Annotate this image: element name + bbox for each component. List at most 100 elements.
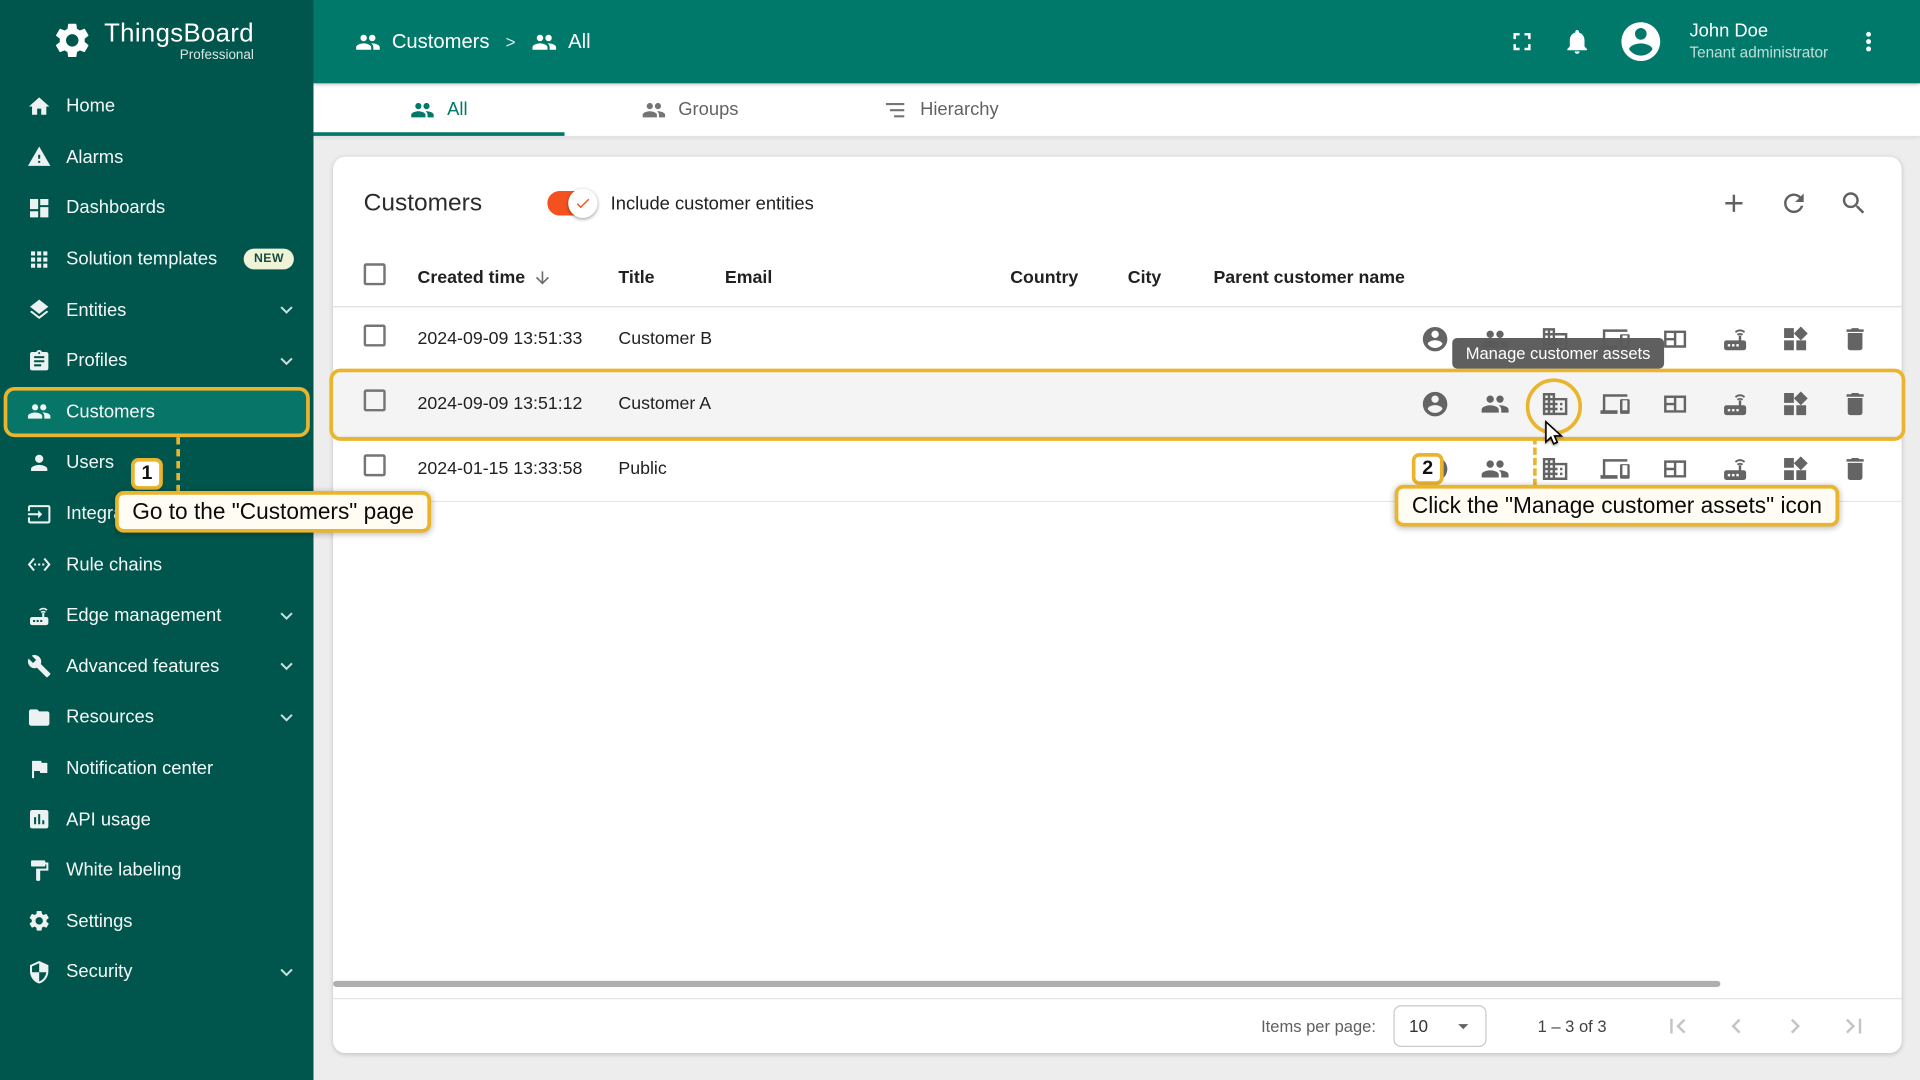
select-all-checkbox[interactable] [364,263,386,285]
manage-customer-entity-views-button[interactable] [1660,454,1689,483]
plus-icon [1719,189,1748,218]
sidebar-item-dashboards[interactable]: Dashboards [0,183,313,234]
horizontal-scrollbar[interactable] [333,981,1720,987]
thingsboard-logo[interactable]: ThingsBoard Professional [0,0,313,81]
sidebar-item-white-labeling[interactable]: White labeling [0,845,313,896]
items-per-page-select[interactable]: 10 [1393,1005,1486,1047]
notifications-button[interactable] [1562,27,1591,56]
manage-customer-users-button[interactable] [1420,389,1449,418]
manage-customer-user-groups-button[interactable] [1480,324,1509,353]
widgets-icon [1780,389,1809,418]
manage-customer-dashboards-button[interactable] [1780,324,1809,353]
sidebar-item-resources[interactable]: Resources [0,692,313,743]
column-header-country[interactable]: Country [1010,266,1128,290]
sidebar-item-security[interactable]: Security [0,947,313,998]
column-header-created-time[interactable]: Created time [418,266,619,290]
sidebar-item-entities[interactable]: Entities [0,285,313,336]
tab-all[interactable]: All [313,83,564,136]
fullscreen-button[interactable] [1507,27,1536,56]
sidebar-item-profiles[interactable]: Profiles [0,335,313,386]
manage-customer-user-groups-button[interactable] [1480,454,1509,483]
shield-icon [27,960,51,984]
toggle-thumb [568,189,597,218]
breadcrumb: Customers > All [313,29,590,55]
breadcrumb-customers[interactable]: Customers [355,29,489,55]
cell-created-time: 2024-01-15 13:33:58 [418,457,619,481]
breadcrumb-all[interactable]: All [531,29,590,55]
user-avatar[interactable] [1617,18,1664,65]
edge-icon [27,603,51,627]
refresh-button[interactable] [1779,189,1808,218]
apps-grid-icon [27,247,51,271]
sidebar-item-users[interactable]: Users [0,437,313,488]
manage-customer-users-button[interactable] [1420,324,1449,353]
devices-icon [1600,389,1629,418]
row-checkbox[interactable] [364,389,386,411]
sidebar-item-home[interactable]: Home [0,81,313,132]
cell-title: Customer A [618,392,725,416]
sidebar-item-rule-chains[interactable]: Rule chains [0,539,313,590]
table-row-customer-a[interactable]: 2024-09-09 13:51:12 Customer A [333,372,1902,437]
sidebar-item-api-usage[interactable]: API usage [0,794,313,845]
sidebar-item-notification-center[interactable]: Notification center [0,743,313,794]
dropdown-arrow-icon [1451,1014,1475,1038]
column-header-title[interactable]: Title [618,266,725,290]
delete-customer-button[interactable] [1840,389,1869,418]
add-customer-button[interactable] [1719,189,1748,218]
sidebar-item-edge-management[interactable]: Edge management [0,590,313,641]
delete-customer-button[interactable] [1840,454,1869,483]
tab-groups[interactable]: Groups [564,83,815,136]
chevron-down-icon [274,349,298,373]
table-row-customer-b[interactable]: 2024-09-09 13:51:33 Customer B [333,307,1902,372]
manage-customer-dashboards-button[interactable] [1780,389,1809,418]
delete-customer-button[interactable] [1840,324,1869,353]
manage-customer-entity-views-button[interactable] [1660,389,1689,418]
manage-customer-devices-button[interactable] [1600,389,1629,418]
sidebar-item-integrations[interactable]: Integrations [0,488,313,539]
manage-customer-devices-button[interactable] [1600,454,1629,483]
row-checkbox[interactable] [364,454,386,476]
column-header-city[interactable]: City [1128,266,1214,290]
sidebar-item-label: Resources [66,707,154,728]
manage-customer-assets-button[interactable] [1540,389,1569,418]
manage-customer-assets-button[interactable] [1540,324,1569,353]
items-per-page-label: Items per page: [1261,1017,1376,1035]
sidebar-item-alarms[interactable]: Alarms [0,132,313,183]
manage-customer-edge-instances-button[interactable] [1720,454,1749,483]
sidebar-item-solution-templates[interactable]: Solution templatesNEW [0,234,313,285]
manage-customer-devices-button[interactable] [1600,324,1629,353]
next-page-button[interactable] [1780,1011,1809,1040]
router-icon [1720,454,1749,483]
sidebar-item-label: Customers [66,401,155,422]
column-header-email[interactable]: Email [725,266,1010,290]
manage-customer-edge-instances-button[interactable] [1720,389,1749,418]
user-role: Tenant administrator [1689,44,1828,63]
logo-title: ThingsBoard [104,19,254,48]
manage-customer-dashboards-button[interactable] [1780,454,1809,483]
logo-subtitle: Professional [180,47,254,62]
manage-customer-assets-button[interactable] [1540,454,1569,483]
tab-hierarchy[interactable]: Hierarchy [816,83,1067,136]
table-row-public[interactable]: 2024-01-15 13:33:58 Public [333,437,1902,502]
sidebar-item-settings[interactable]: Settings [0,896,313,947]
manage-customer-users-button[interactable] [1420,454,1449,483]
user-menu-button[interactable] [1854,27,1883,56]
sidebar-item-label: Users [66,452,114,473]
previous-page-button[interactable] [1722,1011,1751,1040]
first-page-button[interactable] [1663,1011,1692,1040]
manage-customer-user-groups-button[interactable] [1480,389,1509,418]
include-customer-entities-toggle[interactable] [547,191,594,215]
user-info: John Doe Tenant administrator [1689,21,1828,63]
user-name: John Doe [1689,21,1828,44]
column-header-parent-customer[interactable]: Parent customer name [1213,266,1420,290]
topbar-actions: John Doe Tenant administrator [1507,18,1920,65]
cell-title: Public [618,457,725,481]
search-button[interactable] [1839,189,1868,218]
last-page-button[interactable] [1839,1011,1868,1040]
sidebar-item-advanced-features[interactable]: Advanced features [0,641,313,692]
cell-created-time: 2024-09-09 13:51:12 [418,392,619,416]
manage-customer-entity-views-button[interactable] [1660,324,1689,353]
manage-customer-edge-instances-button[interactable] [1720,324,1749,353]
row-checkbox[interactable] [364,324,386,346]
sidebar-item-customers[interactable]: Customers [4,386,310,437]
